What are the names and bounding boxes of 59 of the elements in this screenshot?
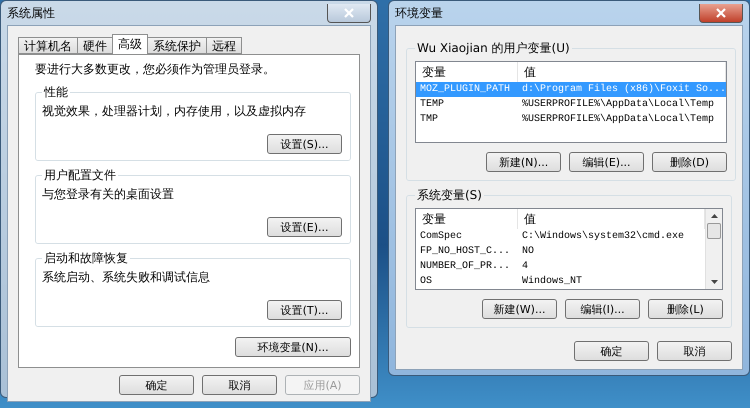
dialog-button[interactable]: 确定: [574, 341, 649, 361]
variable-name: TEMP: [419, 98, 446, 112]
close-button[interactable]: [327, 4, 371, 22]
variable-value: Windows_NT: [521, 274, 584, 289]
environment-variables-button[interactable]: 环境变量(N)...: [235, 337, 351, 357]
scroll-up-icon[interactable]: [710, 214, 718, 218]
list-row[interactable]: ComSpec C:\Windows\system32\cmd.exe: [416, 229, 705, 244]
list-row[interactable]: FP_NO_HOST_C... NO: [416, 244, 705, 259]
group-title: 系统变量(S): [416, 187, 483, 204]
variable-button[interactable]: 新建(W)...: [482, 299, 557, 319]
variable-value: NO: [521, 245, 536, 259]
settings-button[interactable]: 设置(E)...: [267, 217, 342, 237]
variable-value: %USERPROFILE%\AppData\Local\Temp: [521, 112, 716, 127]
tab[interactable]: 硬件: [77, 37, 113, 54]
column-header[interactable]: 变量: [416, 209, 518, 229]
variable-button[interactable]: 删除(D): [652, 152, 728, 172]
variable-value: d:\Program Files (x86)\Foxit So...: [521, 82, 726, 97]
variable-value: %USERPROFILE%\AppData\Local\Temp: [521, 98, 716, 112]
close-icon: [344, 8, 354, 18]
settings-button[interactable]: 设置(S)...: [267, 134, 342, 154]
group-description: 视觉效果，处理器计划，内存使用，以及虚拟内存: [42, 103, 307, 120]
dialog-button[interactable]: 确定: [119, 375, 194, 395]
window-title: 环境变量: [395, 4, 443, 22]
group-title: 用户配置文件: [43, 167, 117, 184]
list-row[interactable]: NUMBER_OF_PR... 4: [416, 259, 705, 274]
group-description: 系统启动、系统失败和调试信息: [42, 269, 211, 286]
settings-button[interactable]: 设置(T)...: [267, 300, 342, 320]
variable-value: C:\Windows\system32\cmd.exe: [521, 230, 686, 244]
tab[interactable]: 计算机名: [18, 37, 78, 54]
variable-button[interactable]: 编辑(I)...: [565, 299, 640, 319]
close-button[interactable]: [699, 4, 743, 22]
variable-name: MOZ_PLUGIN_PATH: [419, 83, 512, 97]
list-row[interactable]: TMP %USERPROFILE%\AppData\Local\Temp: [416, 112, 726, 127]
admin-note: 要进行大多数更改，您必须作为管理员登录。: [35, 61, 276, 78]
scrollbar[interactable]: [705, 209, 722, 289]
variable-name: FP_NO_HOST_C...: [419, 245, 512, 259]
group-title: Wu Xiaojian 的用户变量(U): [416, 40, 571, 57]
variable-button[interactable]: 编辑(E)...: [569, 152, 644, 172]
dialog-button[interactable]: 取消: [202, 375, 277, 395]
scroll-down-icon[interactable]: [710, 280, 718, 284]
variable-name: TMP: [419, 113, 440, 127]
group-title: 启动和故障恢复: [43, 250, 129, 267]
tab[interactable]: 远程: [206, 37, 242, 54]
list-row[interactable]: OS Windows_NT: [416, 274, 705, 289]
group-description: 与您登录有关的桌面设置: [42, 186, 175, 203]
close-icon: [716, 8, 726, 18]
variable-name: OS: [419, 275, 434, 289]
variable-name: NUMBER_OF_PR...: [419, 260, 512, 274]
window-title: 系统属性: [7, 4, 55, 22]
variable-value: 4: [521, 260, 530, 274]
variable-button[interactable]: 删除(L): [648, 299, 723, 319]
scroll-thumb[interactable]: [707, 223, 721, 239]
dialog-button[interactable]: 取消: [657, 341, 732, 361]
group-title: 性能: [42, 84, 69, 101]
variable-button[interactable]: 新建(N)...: [486, 152, 562, 172]
variable-name: ComSpec: [419, 230, 464, 244]
list-row[interactable]: TEMP %USERPROFILE%\AppData\Local\Temp: [416, 97, 726, 112]
tab[interactable]: 系统保护: [147, 37, 207, 54]
tab[interactable]: 高级: [112, 34, 148, 54]
